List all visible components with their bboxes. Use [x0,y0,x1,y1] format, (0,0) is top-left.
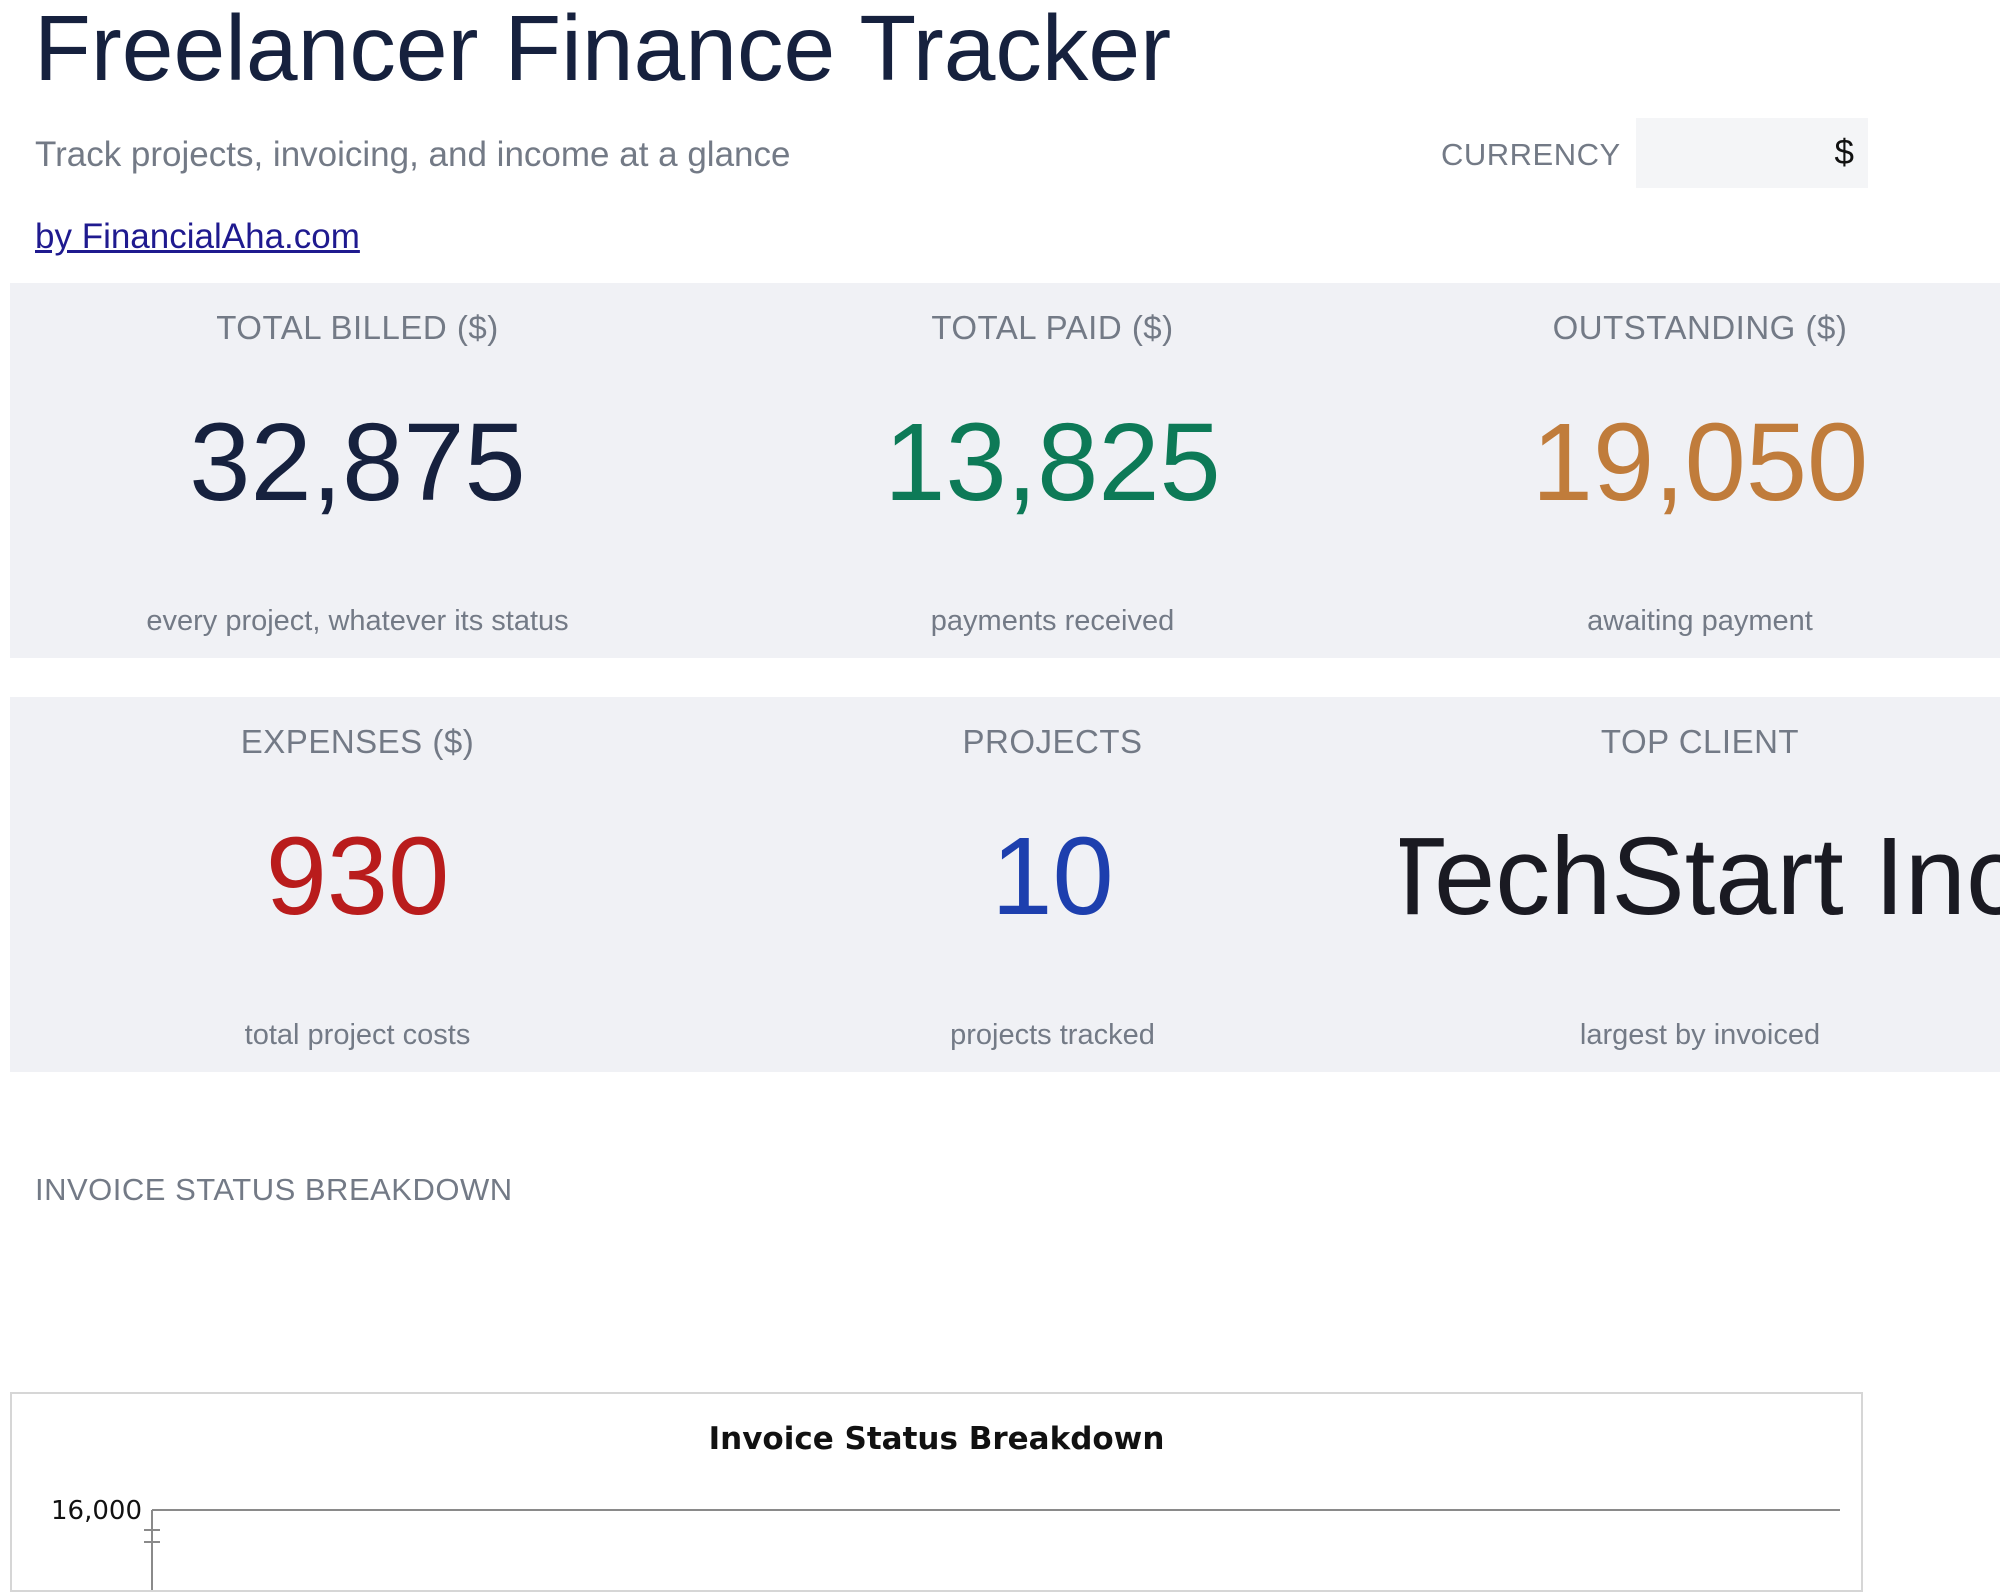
page-title: Freelancer Finance Tracker [34,0,1172,100]
kpi-caption: every project, whatever its status [146,605,569,637]
kpi-value: 930 [265,815,450,938]
kpi-value: 19,050 [1531,401,1869,524]
currency-input[interactable]: $ [1636,118,1868,188]
kpi-label: EXPENSES ($) [240,723,475,760]
kpi-value: TechStart Inc [1400,815,2000,938]
page-subtitle: Track projects, invoicing, and income at… [35,135,791,174]
kpi-caption: largest by invoiced [1579,1019,1821,1051]
kpi-card-total-paid: TOTAL PAID ($) 13,825 payments received [705,283,1400,658]
kpi-caption: total project costs [244,1019,471,1051]
financialaha-link[interactable]: by FinancialAha.com [35,212,360,262]
kpi-panel-row-2: EXPENSES ($) 930 total project costs PRO… [10,697,2000,1072]
kpi-value: 13,825 [884,401,1221,524]
section-heading-invoice-status: INVOICE STATUS BREAKDOWN [35,1172,513,1207]
kpi-label: TOTAL PAID ($) [931,309,1174,346]
chart-plot-area: 16,000 [51,1496,1840,1590]
currency-label: CURRENCY [1441,137,1621,172]
kpi-card-top-client: TOP CLIENT TechStart Inc largest by invo… [1400,697,2000,1072]
kpi-caption: projects tracked [950,1019,1155,1051]
kpi-label: PROJECTS [962,723,1143,760]
kpi-label: TOTAL BILLED ($) [216,309,499,346]
chart-y-tick-label: 16,000 [51,1496,142,1526]
kpi-panel-row-1: TOTAL BILLED ($) 32,875 every project, w… [10,283,2000,658]
kpi-caption: awaiting payment [1587,605,1813,637]
kpi-value: 10 [991,815,1114,938]
kpi-card-projects: PROJECTS 10 projects tracked [705,697,1400,1072]
kpi-caption: payments received [930,605,1175,637]
kpi-value: 32,875 [189,401,526,524]
kpi-card-expenses: EXPENSES ($) 930 total project costs [10,697,705,1072]
invoice-status-chart[interactable]: Invoice Status Breakdown 16,000 [10,1392,1863,1592]
kpi-card-total-billed: TOTAL BILLED ($) 32,875 every project, w… [10,283,705,658]
kpi-label: TOP CLIENT [1600,723,1800,760]
kpi-card-outstanding: OUTSTANDING ($) 19,050 awaiting payment [1400,283,2000,658]
kpi-label: OUTSTANDING ($) [1552,309,1848,346]
